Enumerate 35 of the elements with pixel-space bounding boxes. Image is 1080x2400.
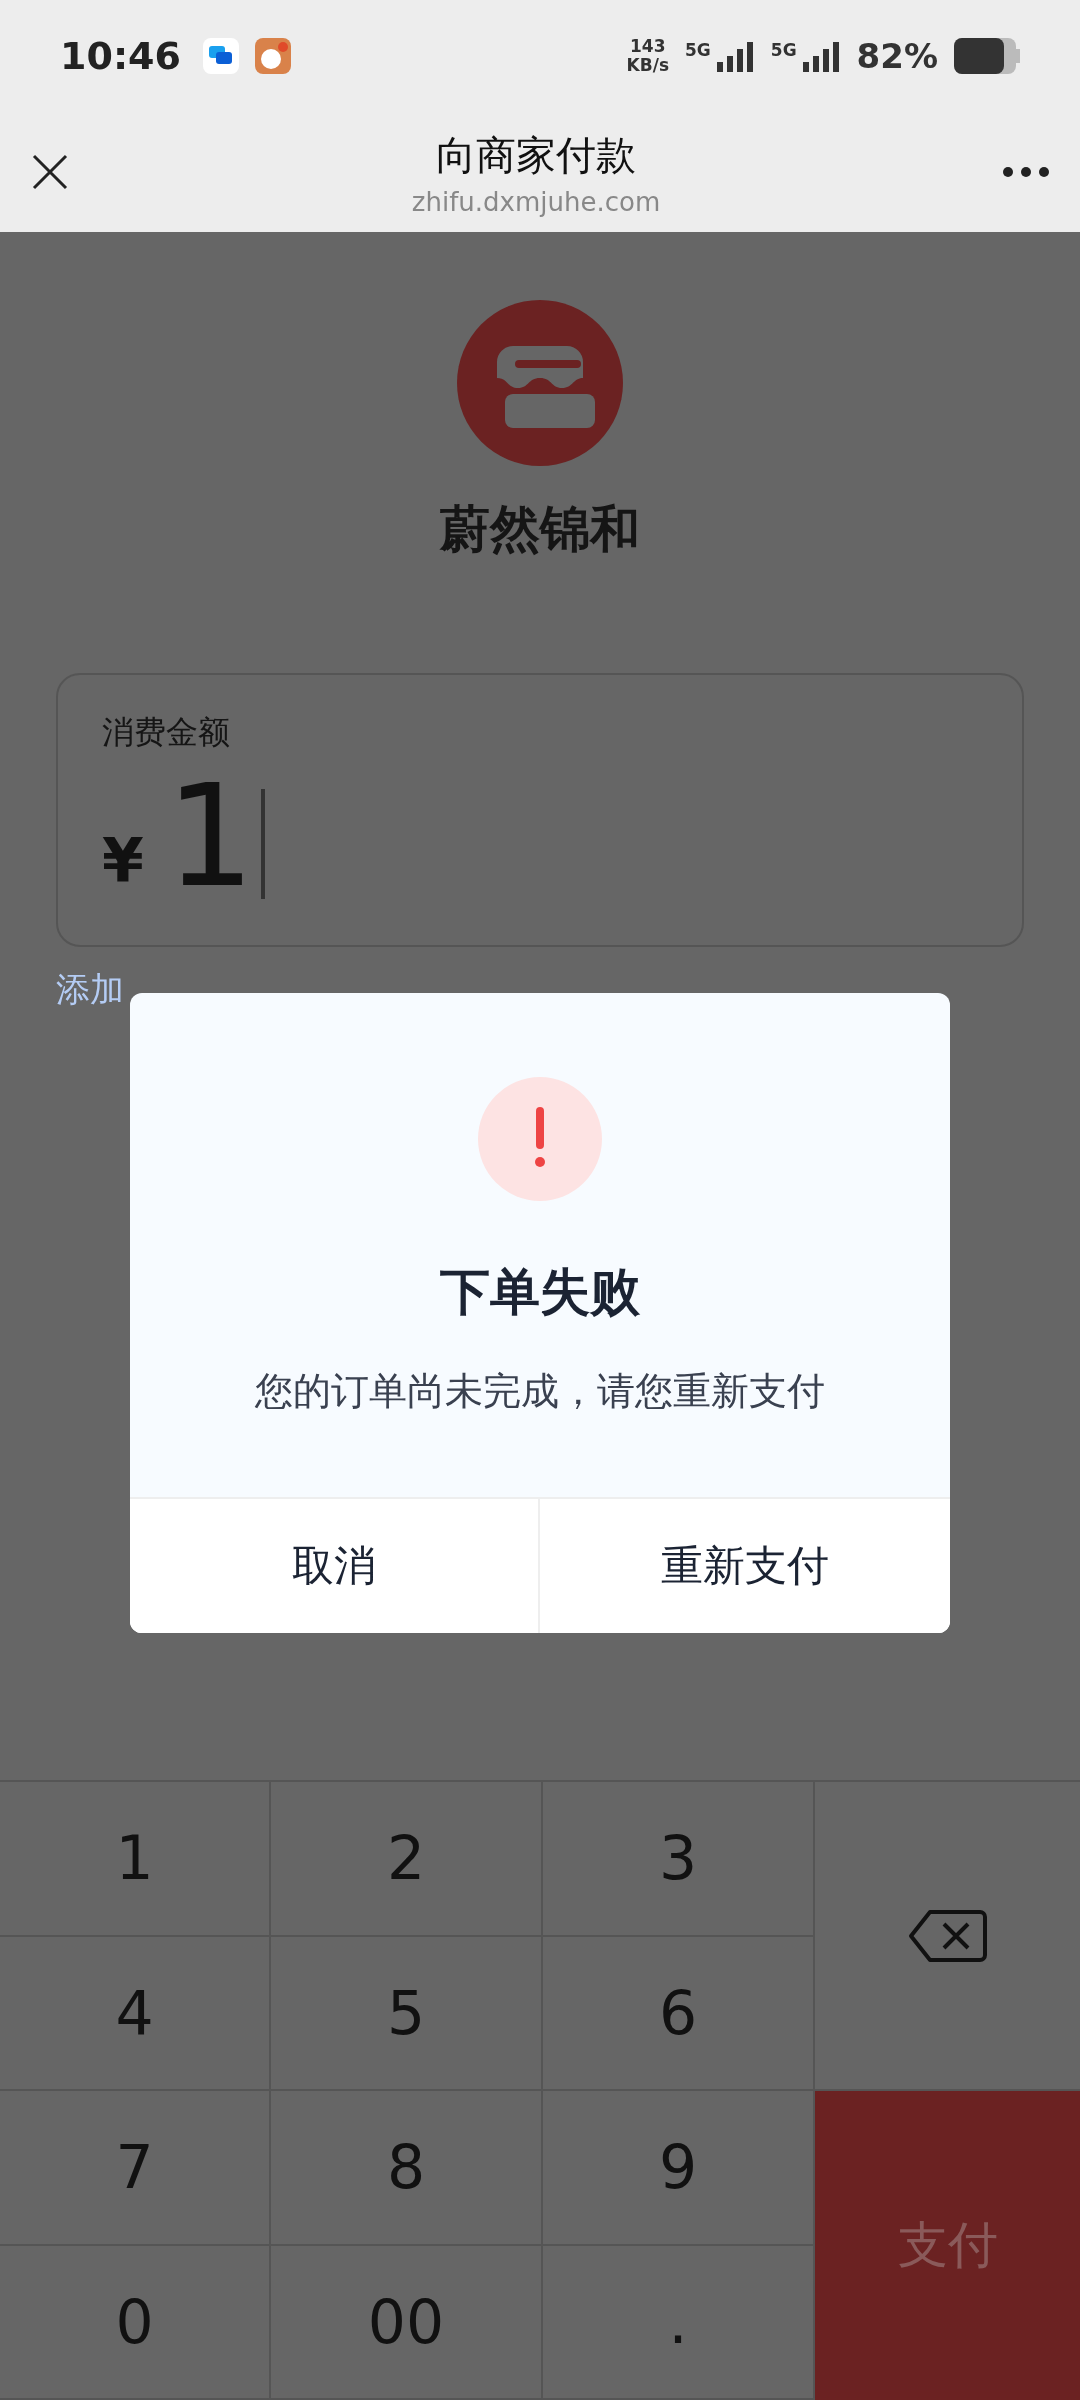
keypad-key[interactable]: 6 [543,1936,815,2091]
more-icon[interactable] [1002,166,1050,178]
clock: 10:46 [60,34,181,78]
backspace-icon [907,1907,988,1964]
shop-icon [457,300,623,466]
signal-icon [714,40,755,72]
battery-percent: 82% [856,36,938,76]
page-url: zhifu.dxmjuhe.com [411,186,661,217]
merchant-name: 蔚然锦和 [440,499,640,560]
close-icon[interactable] [30,152,70,192]
battery-icon [954,38,1020,74]
network-speed: 143 KB/s [626,37,669,75]
keypad-key[interactable]: 2 [271,1782,543,1937]
keypad-key[interactable]: 9 [543,2091,815,2246]
keypad-key[interactable]: 5 [271,1936,543,2091]
keypad-key[interactable]: 4 [0,1936,271,2091]
warning-icon [478,1077,602,1201]
keypad-key[interactable]: 00 [271,2245,543,2400]
keypad-key[interactable]: 0 [0,2245,271,2400]
pay-button[interactable]: 支付 [815,2091,1080,2400]
network-type: 5G [685,40,711,60]
chat-app-icon [202,38,239,74]
signal-icon [800,40,841,72]
add-note-link[interactable]: 添加 [56,967,124,1013]
keypad-key[interactable]: 8 [271,2091,543,2246]
dialog-title: 下单失败 [440,1262,640,1323]
keypad-key[interactable]: 3 [543,1782,815,1937]
page-title: 向商家付款 [436,130,636,180]
amount-field[interactable]: 消费金额 ¥1 [56,673,1024,947]
dialog-button[interactable]: 取消 [130,1499,540,1633]
keypad-key[interactable]: 7 [0,2091,271,2246]
keypad-key[interactable]: . [543,2245,815,2400]
keypad-key[interactable]: 1 [0,1782,271,1937]
dialog-message: 您的订单尚未完成，请您重新支付 [255,1368,825,1415]
network-type: 5G [770,40,797,60]
